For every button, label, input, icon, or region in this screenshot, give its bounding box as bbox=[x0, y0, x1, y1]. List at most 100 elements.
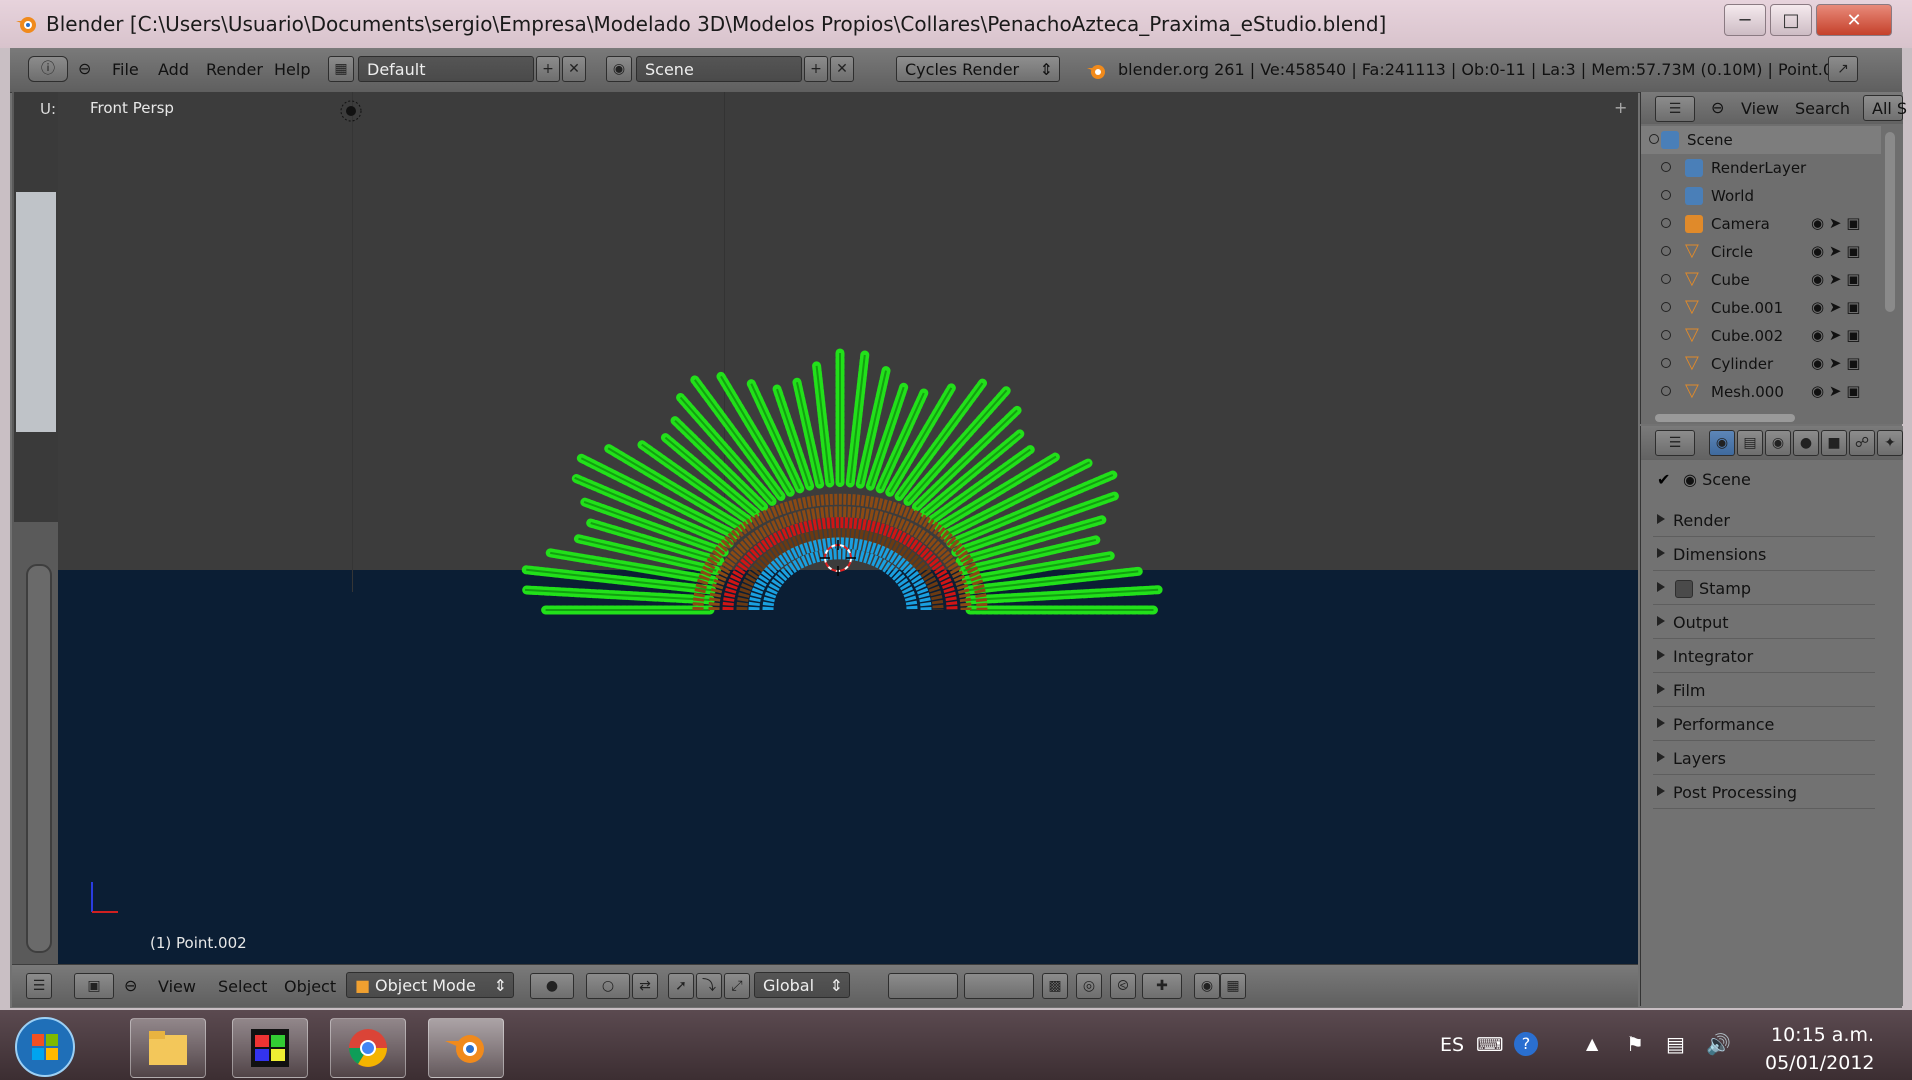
viewport-shading-button[interactable]: ● bbox=[530, 973, 574, 999]
collapse-menu-icon[interactable]: ⊖ bbox=[1711, 98, 1724, 117]
scene-tab-icon[interactable]: ◉ bbox=[1765, 430, 1791, 456]
outliner-hscrollbar[interactable] bbox=[1655, 414, 1795, 422]
network-icon[interactable]: ▤ bbox=[1666, 1032, 1685, 1056]
translate-manipulator-icon[interactable]: ➚ bbox=[668, 973, 694, 999]
outliner-item[interactable]: ▽ Cube.001 ◉ ➤ ▣ bbox=[1641, 294, 1881, 322]
outliner-item[interactable]: RenderLayer bbox=[1641, 154, 1881, 182]
3d-viewport[interactable]: Front Persp (1) Point.002 + bbox=[58, 92, 1638, 964]
eye-icon[interactable]: ◉ bbox=[1811, 270, 1829, 288]
orientation-dropdown[interactable]: Global ⇕ bbox=[754, 972, 850, 998]
lock-layers-icon[interactable]: ▩ bbox=[1042, 973, 1068, 999]
selectable-cursor-icon[interactable]: ➤ bbox=[1829, 270, 1846, 288]
editor-type-properties-button[interactable]: ☰ bbox=[1655, 430, 1695, 456]
scrollbar[interactable] bbox=[26, 564, 52, 953]
outliner-item[interactable]: Scene bbox=[1641, 126, 1881, 154]
eye-icon[interactable]: ◉ bbox=[1811, 354, 1829, 372]
show-hidden-icons-icon[interactable]: ▲ bbox=[1586, 1034, 1598, 1053]
scale-manipulator-icon[interactable]: ⤢ bbox=[724, 973, 750, 999]
panel-stamp[interactable]: Stamp bbox=[1653, 574, 1875, 605]
selectable-cursor-icon[interactable]: ➤ bbox=[1829, 382, 1846, 400]
object-tab-icon[interactable]: ■ bbox=[1821, 430, 1847, 456]
world-tab-icon[interactable]: ● bbox=[1793, 430, 1819, 456]
close-button[interactable]: ✕ bbox=[1816, 4, 1892, 36]
render-camera-icon[interactable]: ▣ bbox=[1846, 326, 1860, 344]
eye-icon[interactable]: ◉ bbox=[1811, 298, 1829, 316]
snap-target-button[interactable]: ✚ bbox=[1142, 973, 1182, 999]
outliner-filter-dropdown[interactable]: All S bbox=[1863, 95, 1907, 121]
eye-icon[interactable]: ◉ bbox=[1811, 326, 1829, 344]
render-camera-icon[interactable]: ▣ bbox=[1846, 242, 1860, 260]
render-camera-icon[interactable]: ▣ bbox=[1846, 298, 1860, 316]
selectable-cursor-icon[interactable]: ➤ bbox=[1829, 242, 1846, 260]
render-camera-icon[interactable]: ▣ bbox=[1846, 354, 1860, 372]
expand-toggle-icon[interactable] bbox=[1661, 274, 1671, 284]
help-icon[interactable]: ? bbox=[1514, 1032, 1538, 1056]
expand-toggle-icon[interactable] bbox=[1661, 218, 1671, 228]
scene-icon-button[interactable]: ◉ bbox=[606, 56, 632, 82]
layers-grid-1[interactable] bbox=[888, 973, 958, 999]
render-layers-tab-icon[interactable]: ▤ bbox=[1737, 430, 1763, 456]
selectable-cursor-icon[interactable]: ➤ bbox=[1829, 354, 1846, 372]
stamp-checkbox[interactable] bbox=[1675, 580, 1693, 598]
pivot-point-button[interactable]: ○ bbox=[586, 973, 630, 999]
chrome-taskbar-button[interactable] bbox=[330, 1018, 406, 1078]
render-tab-icon[interactable]: ◉ bbox=[1709, 430, 1735, 456]
editor-type-outliner-button[interactable]: ☰ bbox=[1655, 96, 1695, 122]
selectable-cursor-icon[interactable]: ➤ bbox=[1829, 214, 1846, 232]
selectable-cursor-icon[interactable]: ➤ bbox=[1829, 298, 1846, 316]
collapse-menu-icon[interactable]: ⊖ bbox=[124, 976, 137, 995]
proportional-edit-icon[interactable]: ◎ bbox=[1076, 973, 1102, 999]
language-indicator[interactable]: ES bbox=[1440, 1034, 1464, 1056]
editor-type-3dview-button[interactable]: ▣ bbox=[74, 973, 114, 999]
render-engine-dropdown[interactable]: Cycles Render ⇕ bbox=[896, 56, 1060, 82]
render-still-icon[interactable]: ◉ bbox=[1194, 973, 1220, 999]
action-center-flag-icon[interactable]: ⚑ bbox=[1626, 1032, 1644, 1056]
eye-icon[interactable]: ◉ bbox=[1811, 214, 1829, 232]
screen-layout-field[interactable]: Default bbox=[358, 56, 534, 82]
render-animation-icon[interactable]: ▦ bbox=[1220, 973, 1246, 999]
outliner-menu-view[interactable]: View bbox=[1741, 99, 1779, 118]
layers-grid-2[interactable] bbox=[964, 973, 1034, 999]
minimize-button[interactable]: ─ bbox=[1724, 4, 1766, 36]
rotate-manipulator-icon[interactable]: ⤵ bbox=[696, 973, 722, 999]
outliner-item[interactable]: ▽ Circle ◉ ➤ ▣ bbox=[1641, 238, 1881, 266]
outliner-scrollbar[interactable] bbox=[1885, 132, 1895, 312]
panel-post-processing[interactable]: Post Processing bbox=[1653, 778, 1875, 809]
panel-layers[interactable]: Layers bbox=[1653, 744, 1875, 775]
remove-layout-button[interactable]: ✕ bbox=[562, 56, 586, 82]
expand-toggle-icon[interactable] bbox=[1661, 330, 1671, 340]
headdress-model[interactable] bbox=[58, 92, 1638, 964]
add-layout-button[interactable]: + bbox=[536, 56, 560, 82]
menu-select[interactable]: Select bbox=[218, 977, 267, 996]
3d-cursor-icon[interactable] bbox=[818, 538, 858, 578]
snap-icon[interactable]: ⧀ bbox=[1110, 973, 1136, 999]
clock-time[interactable]: 10:15 a.m. bbox=[1771, 1024, 1874, 1046]
modifiers-tab-icon[interactable]: ✦ bbox=[1877, 430, 1903, 456]
explorer-taskbar-button[interactable] bbox=[130, 1018, 206, 1078]
eye-icon[interactable]: ◉ bbox=[1811, 242, 1829, 260]
keyboard-icon[interactable]: ⌨ bbox=[1476, 1034, 1503, 1056]
menu-add[interactable]: Add bbox=[158, 60, 189, 79]
menu-view[interactable]: View bbox=[158, 977, 196, 996]
pin-icon[interactable]: ✔ bbox=[1657, 470, 1670, 489]
render-camera-icon[interactable]: ▣ bbox=[1846, 270, 1860, 288]
volume-icon[interactable]: 🔊 bbox=[1706, 1032, 1731, 1056]
maximize-button[interactable]: □ bbox=[1770, 4, 1812, 36]
panel-performance[interactable]: Performance bbox=[1653, 710, 1875, 741]
editor-type-info-button[interactable]: ⓘ bbox=[28, 56, 68, 82]
add-scene-button[interactable]: + bbox=[804, 56, 828, 82]
photo-app-taskbar-button[interactable] bbox=[232, 1018, 308, 1078]
remove-scene-button[interactable]: ✕ bbox=[830, 56, 854, 82]
expand-toggle-icon[interactable] bbox=[1661, 162, 1671, 172]
screen-layout-icon[interactable]: ▦ bbox=[328, 56, 354, 82]
outliner-menu-search[interactable]: Search bbox=[1795, 99, 1850, 118]
panel-render[interactable]: Render bbox=[1653, 506, 1875, 537]
panel-dimensions[interactable]: Dimensions bbox=[1653, 540, 1875, 571]
render-camera-icon[interactable]: ▣ bbox=[1846, 382, 1860, 400]
expand-toggle-icon[interactable] bbox=[1649, 134, 1659, 144]
menu-collapse-icon[interactable]: ☰ bbox=[26, 973, 52, 999]
outliner-item[interactable]: ▽ Cylinder ◉ ➤ ▣ bbox=[1641, 350, 1881, 378]
panel-integrator[interactable]: Integrator bbox=[1653, 642, 1875, 673]
menu-help[interactable]: Help bbox=[274, 60, 310, 79]
blender-taskbar-button[interactable] bbox=[428, 1018, 504, 1078]
